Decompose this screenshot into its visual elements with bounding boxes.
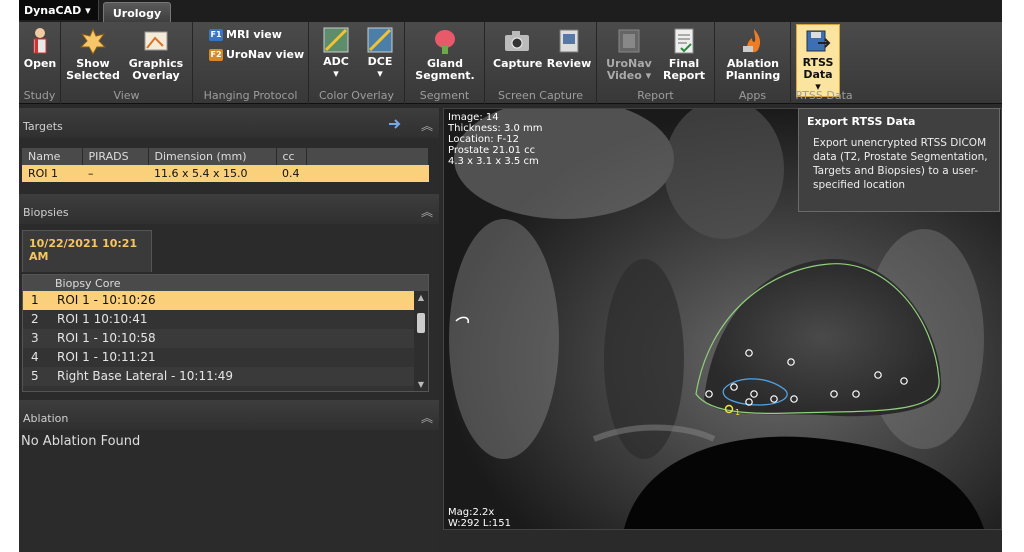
group-label-segment: Segment <box>419 89 470 102</box>
group-label-apps: Apps <box>738 89 767 102</box>
group-rtss: RTSS Data ▾ RTSS Data <box>791 22 857 104</box>
graphics-overlay-button[interactable]: Graphics Overlay <box>125 26 187 82</box>
cell-pirads: – <box>88 167 94 180</box>
f2-key-icon: F2 <box>209 48 223 61</box>
list-item[interactable]: 5 Right Base Lateral - 10:11:49 <box>23 367 428 386</box>
window-level-overlay: Mag:2.2x W:292 L:151 <box>448 507 511 529</box>
scroll-down-icon[interactable]: ▼ <box>416 380 426 389</box>
graphics-overlay-icon <box>144 31 168 51</box>
group-label-rtss: RTSS Data <box>795 89 853 102</box>
group-label-view: View <box>113 89 140 102</box>
camera-icon <box>505 31 529 51</box>
review-button[interactable]: Review <box>545 26 593 70</box>
biopsy-core-header: Biopsy Core <box>23 275 428 291</box>
rtss-data-button[interactable]: RTSS Data ▾ <box>796 24 840 97</box>
col-pirads: PIRADS <box>82 148 149 165</box>
app-window: DynaCAD ▾ Urology Open Study Show Selecte… <box>19 0 1002 552</box>
group-screen-capture: Capture Review Screen Capture <box>485 22 597 104</box>
collapse-targets-icon[interactable]: ︽ <box>421 117 433 134</box>
left-panel: Targets ︽ Name PIRADS Dimension (mm) cc … <box>19 108 439 552</box>
tab-strip: DynaCAD ▾ Urology <box>19 0 1002 22</box>
selection-burst-icon <box>79 27 107 56</box>
scroll-thumb[interactable] <box>417 313 425 333</box>
rtss-tooltip: Export RTSS Data Export unencrypted RTSS… <box>798 108 1000 212</box>
gland-icon <box>435 30 455 54</box>
dce-button[interactable]: DCE ▾ <box>361 26 399 80</box>
col-cc: cc <box>276 148 307 165</box>
tab-urology[interactable]: Urology <box>103 2 171 22</box>
film-review-icon <box>559 29 579 53</box>
tooltip-body: Export unencrypted RTSS DICOM data (T2, … <box>813 137 988 191</box>
ablation-title: Ablation <box>23 412 69 425</box>
uronav-view-label: UroNav view <box>226 48 305 61</box>
biopsies-header[interactable]: Biopsies ︽ <box>19 194 439 224</box>
group-label-hanging: Hanging Protocol <box>203 89 298 102</box>
adc-map-icon <box>323 27 349 53</box>
targets-header-row: Name PIRADS Dimension (mm) cc <box>22 148 429 165</box>
col-filler <box>306 148 429 165</box>
open-button[interactable]: Open <box>21 26 59 70</box>
col-name: Name <box>22 148 83 165</box>
final-report-button[interactable]: Final Report <box>659 26 709 82</box>
biopsy-session-tab[interactable]: 10/22/2021 10:21 AM <box>22 230 152 272</box>
video-film-icon <box>618 29 640 53</box>
gland-segment-button[interactable]: Gland Segment. <box>411 26 479 82</box>
biopsy-core-list: Biopsy Core 1 ROI 1 - 10:10:26 2 ROI 1 10:… <box>22 274 429 392</box>
image-info-overlay: Image: 14 Thickness: 3.0 mm Location: F-… <box>448 112 543 167</box>
cell-name: ROI 1 <box>28 167 59 180</box>
mri-view-button[interactable]: F1 MRI view <box>209 28 282 41</box>
group-label-color: Color Overlay <box>319 89 394 102</box>
group-color-overlay: ADC ▾ DCE ▾ Color Overlay <box>309 22 405 104</box>
ablation-empty-text: No Ablation Found <box>21 434 141 449</box>
adc-button[interactable]: ADC ▾ <box>317 26 355 80</box>
mri-view-label: MRI view <box>226 28 282 41</box>
report-document-icon <box>674 28 694 54</box>
ribbon-toolbar: Open Study Show Selected Graphics Overlay … <box>19 22 1002 104</box>
ablation-planning-button[interactable]: Ablation Planning <box>719 26 787 82</box>
dce-map-icon <box>367 27 393 53</box>
export-disk-icon <box>806 30 831 52</box>
uronav-view-button[interactable]: F2 UroNav view <box>209 48 304 61</box>
targets-header[interactable]: Targets ︽ <box>19 108 439 138</box>
group-label-report: Report <box>637 89 674 102</box>
col-dimension: Dimension (mm) <box>148 148 277 165</box>
group-hanging-protocol: F1 MRI view F2 UroNav view Hanging Proto… <box>193 22 309 104</box>
cell-dimension: 11.6 x 5.4 x 15.0 <box>154 167 248 180</box>
group-report: UroNav Video ▾ Final Report Report <box>597 22 715 104</box>
group-label-capture: Screen Capture <box>497 89 584 102</box>
group-label-study: Study <box>23 89 56 102</box>
group-apps: Ablation Planning Apps <box>715 22 791 104</box>
list-item[interactable]: 3 ROI 1 - 10:10:58 <box>23 329 428 348</box>
biopsies-title: Biopsies <box>23 206 69 219</box>
targets-title: Targets <box>23 120 63 133</box>
f1-key-icon: F1 <box>209 28 223 41</box>
scroll-up-icon[interactable]: ▲ <box>416 293 426 302</box>
app-menu-button[interactable]: DynaCAD ▾ <box>19 0 99 20</box>
show-selected-button[interactable]: Show Selected <box>65 26 121 82</box>
ablation-header[interactable]: Ablation ︽ <box>19 400 439 430</box>
list-item[interactable]: 4 ROI 1 - 10:11:21 <box>23 348 428 367</box>
table-row[interactable]: ROI 1 – 11.6 x 5.4 x 15.0 0.4 <box>22 165 429 182</box>
ablation-flame-icon <box>743 29 761 53</box>
group-view: Show Selected Graphics Overlay View <box>61 22 193 104</box>
collapse-biopsies-icon[interactable]: ︽ <box>421 203 433 220</box>
group-study: Open Study <box>19 22 61 104</box>
list-item[interactable]: 1 ROI 1 - 10:10:26 <box>23 291 428 310</box>
targets-table: Name PIRADS Dimension (mm) cc ROI 1 – 11… <box>22 148 429 182</box>
biopsy-scrollbar[interactable]: ▲ ▼ <box>414 291 428 391</box>
group-segment: Gland Segment. Segment <box>405 22 485 104</box>
brand-label: DynaCAD <box>24 4 82 17</box>
target-marker-label: 1 <box>735 408 740 417</box>
collapse-ablation-icon[interactable]: ︽ <box>421 409 433 426</box>
navigate-icon[interactable] <box>387 116 403 135</box>
list-item[interactable]: 2 ROI 1 10:10:41 <box>23 310 428 329</box>
cell-cc: 0.4 <box>282 167 300 180</box>
tooltip-title: Export RTSS Data <box>807 115 916 128</box>
person-icon <box>33 28 47 54</box>
capture-button[interactable]: Capture <box>493 26 542 70</box>
uronav-video-button[interactable]: UroNav Video ▾ <box>603 26 655 82</box>
